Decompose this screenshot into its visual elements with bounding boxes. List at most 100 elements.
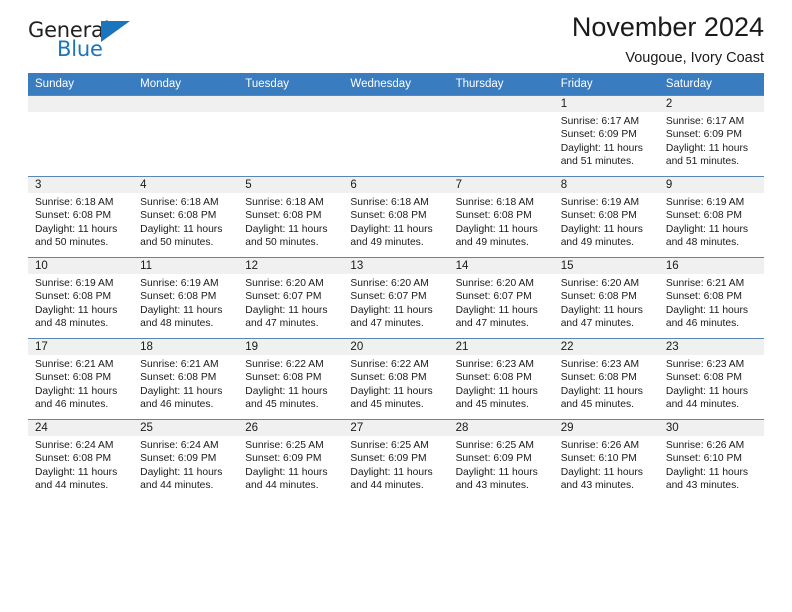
calendar-day-cell[interactable]: 15 Sunrise: 6:20 AM Sunset: 6:08 PM Dayligh… [553, 257, 659, 339]
calendar-day-cell[interactable]: 30 Sunrise: 6:26 AM Sunset: 6:10 PM Dayligh… [658, 419, 764, 500]
calendar-day-cell[interactable]: 7 Sunrise: 6:18 AM Sunset: 6:08 PM Daylight… [448, 176, 554, 258]
daylight-text: Daylight: 11 hours and 47 minutes. [455, 304, 538, 330]
day-number: 5 [238, 177, 344, 193]
day-cell-inner: 11 Sunrise: 6:19 AM Sunset: 6:08 PM Dayligh… [133, 258, 239, 338]
day-number: 13 [343, 258, 449, 274]
general-blue-logo[interactable]: General Blue [28, 18, 148, 66]
calendar-day-cell[interactable]: 6 Sunrise: 6:18 AM Sunset: 6:08 PM Daylight… [343, 176, 449, 258]
sunrise-text: Sunrise: 6:19 AM [140, 278, 219, 289]
sunrise-text: Sunrise: 6:19 AM [665, 197, 745, 208]
sunrise-text: Sunrise: 6:22 AM [350, 359, 429, 370]
day-number: 7 [448, 177, 554, 193]
sunset-text: Sunset: 6:08 PM [665, 210, 742, 222]
day-details: Sunrise: 6:25 AM Sunset: 6:09 PM Daylight:… [343, 436, 448, 493]
sunset-text: Sunset: 6:09 PM [665, 129, 742, 141]
calendar-day-cell[interactable]: 27 Sunrise: 6:25 AM Sunset: 6:09 PM Dayligh… [343, 419, 449, 500]
sunrise-text: Sunrise: 6:21 AM [35, 359, 114, 370]
calendar-page: General Blue November 2024 Vougoue, Ivor… [0, 0, 792, 612]
day-number [133, 96, 239, 112]
calendar-day-cell[interactable]: 19 Sunrise: 6:22 AM Sunset: 6:08 PM Dayligh… [238, 338, 344, 420]
day-details: Sunrise: 6:18 AM Sunset: 6:08 PM Daylight:… [238, 193, 343, 250]
day-details: Sunrise: 6:25 AM Sunset: 6:09 PM Daylight:… [449, 436, 554, 493]
day-number: 30 [658, 420, 764, 436]
calendar-day-cell[interactable]: 28 Sunrise: 6:25 AM Sunset: 6:09 PM Dayligh… [448, 419, 554, 500]
title-block: November 2024 Vougoue, Ivory Coast [572, 10, 764, 69]
calendar-day-cell[interactable]: 8 Sunrise: 6:19 AM Sunset: 6:08 PM Daylight… [553, 176, 659, 258]
calendar-day-cell[interactable]: 3 Sunrise: 6:18 AM Sunset: 6:08 PM Daylight… [28, 176, 134, 258]
day-number: 2 [658, 96, 764, 112]
sunset-text: Sunset: 6:07 PM [350, 291, 427, 303]
calendar-day-cell[interactable]: 9 Sunrise: 6:19 AM Sunset: 6:08 PM Daylight… [658, 176, 764, 258]
day-cell-inner [238, 96, 344, 176]
day-cell-inner [448, 96, 554, 176]
day-cell-inner: 7 Sunrise: 6:18 AM Sunset: 6:08 PM Daylight… [448, 177, 554, 257]
weekday-header-thursday: Thursday [448, 73, 554, 96]
day-cell-inner [343, 96, 449, 176]
sunrise-text: Sunrise: 6:17 AM [665, 116, 745, 127]
day-cell-inner: 12 Sunrise: 6:20 AM Sunset: 6:07 PM Dayligh… [238, 258, 344, 338]
calendar-day-cell[interactable]: 26 Sunrise: 6:25 AM Sunset: 6:09 PM Dayligh… [238, 419, 344, 500]
calendar-day-cell[interactable]: 22 Sunrise: 6:23 AM Sunset: 6:08 PM Dayligh… [553, 338, 659, 420]
daylight-text: Daylight: 11 hours and 45 minutes. [350, 385, 433, 411]
calendar-day-cell[interactable]: 24 Sunrise: 6:24 AM Sunset: 6:08 PM Dayligh… [28, 419, 134, 500]
calendar-day-cell[interactable]: 20 Sunrise: 6:22 AM Sunset: 6:08 PM Dayligh… [343, 338, 449, 420]
calendar-week-row: 10 Sunrise: 6:19 AM Sunset: 6:08 PM Dayligh… [28, 257, 764, 339]
sunset-text: Sunset: 6:07 PM [245, 291, 322, 303]
sunset-text: Sunset: 6:08 PM [35, 453, 112, 465]
calendar-day-cell[interactable]: 10 Sunrise: 6:19 AM Sunset: 6:08 PM Dayligh… [28, 257, 134, 339]
sunrise-text: Sunrise: 6:26 AM [665, 440, 745, 451]
day-details: Sunrise: 6:20 AM Sunset: 6:08 PM Daylight:… [554, 274, 659, 331]
day-cell-inner: 29 Sunrise: 6:26 AM Sunset: 6:10 PM Dayligh… [553, 420, 659, 500]
sunrise-text: Sunrise: 6:24 AM [140, 440, 219, 451]
sunrise-text: Sunrise: 6:25 AM [245, 440, 324, 451]
sunset-text: Sunset: 6:08 PM [140, 210, 217, 222]
calendar-cell-empty [238, 95, 344, 177]
calendar-day-cell[interactable]: 16 Sunrise: 6:21 AM Sunset: 6:08 PM Dayligh… [658, 257, 764, 339]
daylight-text: Daylight: 11 hours and 45 minutes. [560, 385, 643, 411]
sunset-text: Sunset: 6:09 PM [140, 453, 217, 465]
sunrise-text: Sunrise: 6:20 AM [350, 278, 429, 289]
sunset-text: Sunset: 6:08 PM [35, 372, 112, 384]
calendar-day-cell[interactable]: 4 Sunrise: 6:18 AM Sunset: 6:08 PM Daylight… [133, 176, 239, 258]
day-cell-inner [28, 96, 134, 176]
calendar-week-row: 1 Sunrise: 6:17 AM Sunset: 6:09 PM Daylight… [28, 95, 764, 177]
triangle-flag-icon [101, 21, 130, 42]
calendar-day-cell[interactable]: 14 Sunrise: 6:20 AM Sunset: 6:07 PM Dayligh… [448, 257, 554, 339]
daylight-text: Daylight: 11 hours and 49 minutes. [350, 223, 433, 249]
day-cell-inner: 9 Sunrise: 6:19 AM Sunset: 6:08 PM Daylight… [658, 177, 764, 257]
calendar-day-cell[interactable]: 18 Sunrise: 6:21 AM Sunset: 6:08 PM Dayligh… [133, 338, 239, 420]
day-details: Sunrise: 6:23 AM Sunset: 6:08 PM Daylight:… [554, 355, 659, 412]
daylight-text: Daylight: 11 hours and 48 minutes. [665, 223, 749, 249]
calendar-day-cell[interactable]: 5 Sunrise: 6:18 AM Sunset: 6:08 PM Daylight… [238, 176, 344, 258]
daylight-text: Daylight: 11 hours and 43 minutes. [455, 466, 538, 492]
sunrise-text: Sunrise: 6:23 AM [455, 359, 534, 370]
sunset-text: Sunset: 6:08 PM [35, 291, 112, 303]
day-details: Sunrise: 6:25 AM Sunset: 6:09 PM Daylight:… [238, 436, 343, 493]
daylight-text: Daylight: 11 hours and 51 minutes. [665, 142, 749, 168]
day-cell-inner: 18 Sunrise: 6:21 AM Sunset: 6:08 PM Dayligh… [133, 339, 239, 419]
sunset-text: Sunset: 6:10 PM [665, 453, 742, 465]
day-details: Sunrise: 6:19 AM Sunset: 6:08 PM Daylight:… [659, 193, 764, 250]
calendar-day-cell[interactable]: 25 Sunrise: 6:24 AM Sunset: 6:09 PM Dayligh… [133, 419, 239, 500]
calendar-day-cell[interactable]: 21 Sunrise: 6:23 AM Sunset: 6:08 PM Dayligh… [448, 338, 554, 420]
day-details: Sunrise: 6:23 AM Sunset: 6:08 PM Daylight:… [449, 355, 554, 412]
daylight-text: Daylight: 11 hours and 45 minutes. [245, 385, 328, 411]
sunset-text: Sunset: 6:09 PM [350, 453, 427, 465]
sunset-text: Sunset: 6:08 PM [455, 372, 532, 384]
calendar-day-cell[interactable]: 11 Sunrise: 6:19 AM Sunset: 6:08 PM Dayligh… [133, 257, 239, 339]
day-number [448, 96, 554, 112]
calendar-day-cell[interactable]: 17 Sunrise: 6:21 AM Sunset: 6:08 PM Dayligh… [28, 338, 134, 420]
calendar-day-cell[interactable]: 2 Sunrise: 6:17 AM Sunset: 6:09 PM Daylight… [658, 95, 764, 177]
day-number: 28 [448, 420, 554, 436]
weekday-header-friday: Friday [553, 73, 659, 96]
daylight-text: Daylight: 11 hours and 50 minutes. [140, 223, 223, 249]
calendar-day-cell[interactable]: 29 Sunrise: 6:26 AM Sunset: 6:10 PM Dayligh… [553, 419, 659, 500]
calendar-body: 1 Sunrise: 6:17 AM Sunset: 6:09 PM Daylight… [28, 95, 764, 500]
calendar-day-cell[interactable]: 23 Sunrise: 6:23 AM Sunset: 6:08 PM Dayligh… [658, 338, 764, 420]
daylight-text: Daylight: 11 hours and 47 minutes. [560, 304, 643, 330]
calendar-day-cell[interactable]: 1 Sunrise: 6:17 AM Sunset: 6:09 PM Daylight… [553, 95, 659, 177]
calendar-day-cell[interactable]: 13 Sunrise: 6:20 AM Sunset: 6:07 PM Dayligh… [343, 257, 449, 339]
calendar-day-cell[interactable]: 12 Sunrise: 6:20 AM Sunset: 6:07 PM Dayligh… [238, 257, 344, 339]
daylight-text: Daylight: 11 hours and 44 minutes. [245, 466, 328, 492]
daylight-text: Daylight: 11 hours and 50 minutes. [35, 223, 118, 249]
